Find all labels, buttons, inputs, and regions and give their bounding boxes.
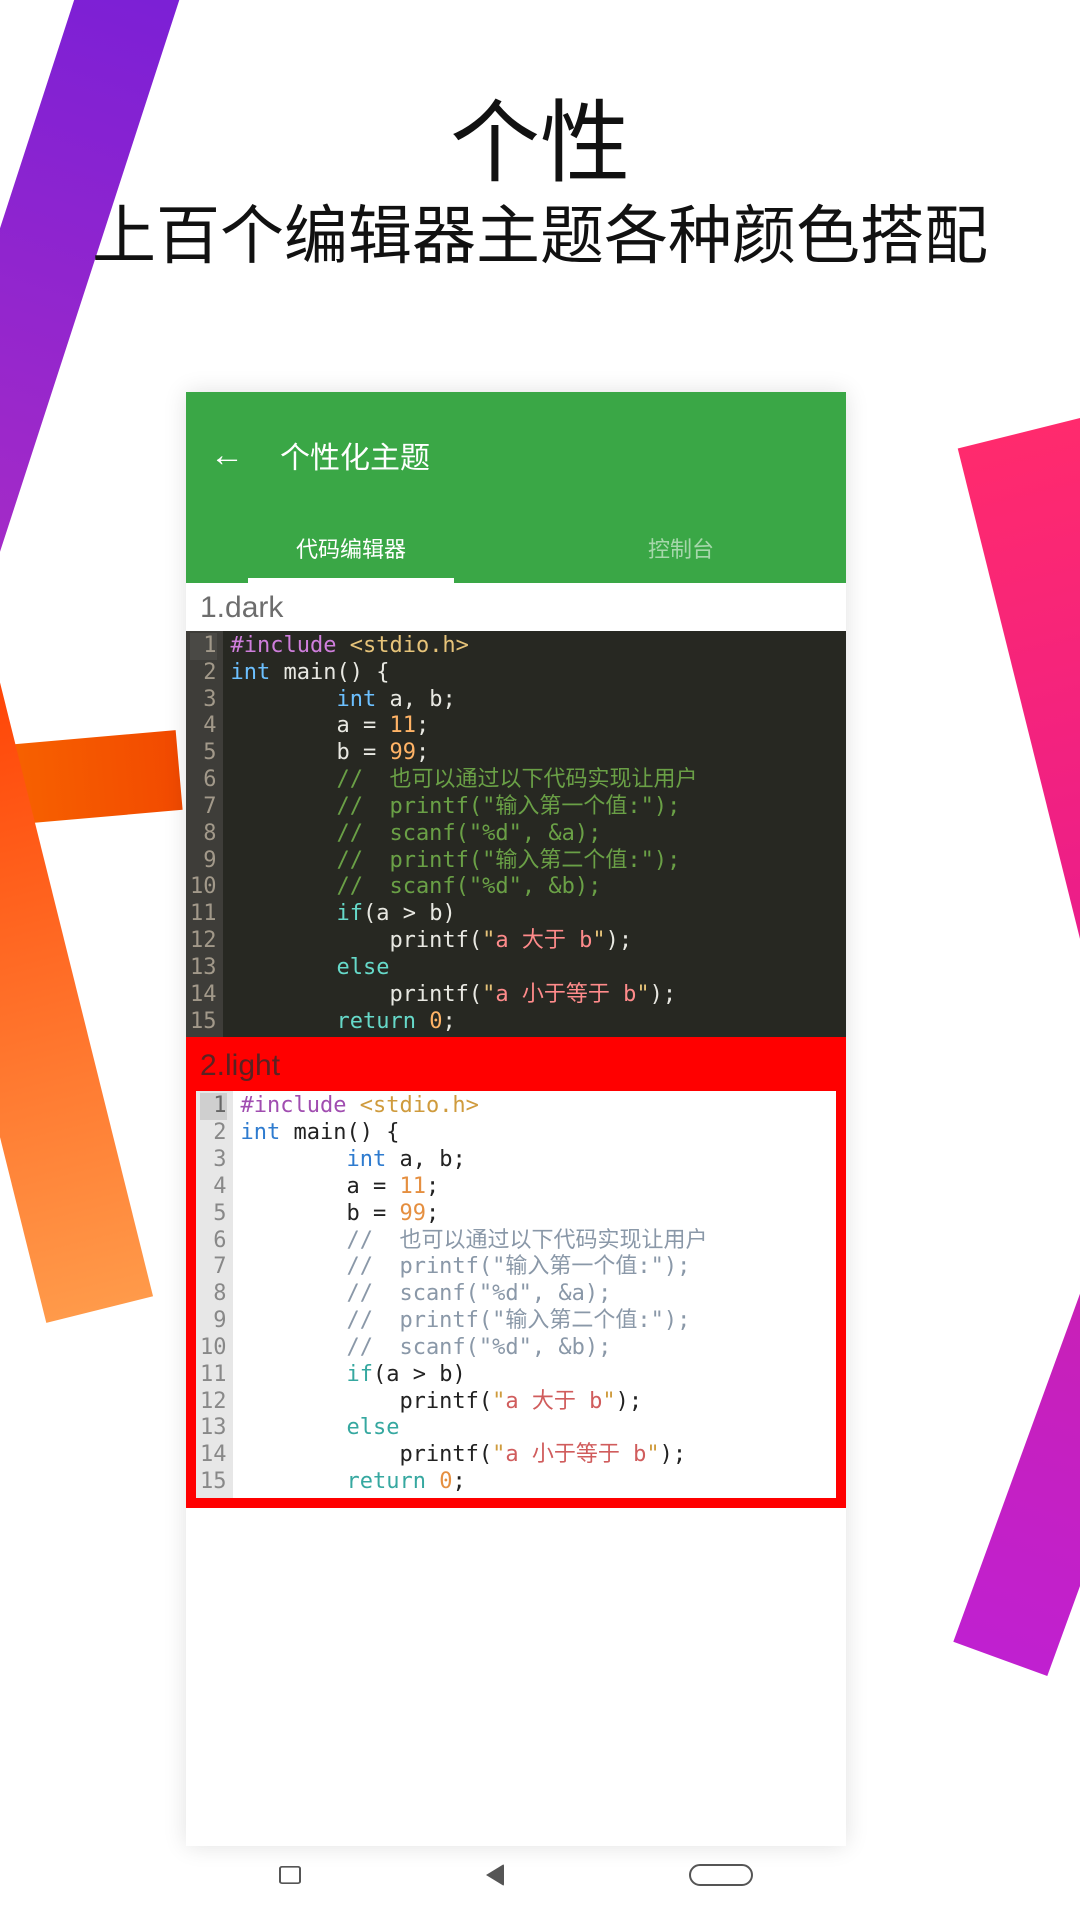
decorative-stripe [0,0,187,833]
code-line: #include <stdio.h> [231,633,847,660]
tabbar: 代码编辑器 控制台 [186,525,846,583]
code-line: // scanf("%d", &b); [241,1335,837,1362]
theme-label: 2.light [196,1047,836,1091]
home-icon[interactable] [689,1864,753,1886]
code-line: printf("a 小于等于 b"); [241,1442,837,1469]
code-line: int main() { [241,1120,837,1147]
back-icon[interactable] [486,1864,504,1886]
hero-subtitle: 上百个编辑器主题各种颜色搭配 [92,185,988,277]
code-line: int main() { [231,660,847,687]
code-line: #include <stdio.h> [241,1093,837,1120]
code-line: // printf("输入第二个值:"); [231,848,847,875]
code-lines: #include <stdio.h>int main() { int a, b;… [223,631,847,1037]
hero-title: 个性 [450,70,630,200]
code-line: // printf("输入第二个值:"); [241,1308,837,1335]
code-line: // printf("输入第一个值:"); [231,794,847,821]
recent-apps-icon[interactable] [279,1866,301,1884]
code-line: if(a > b) [231,901,847,928]
back-arrow-icon[interactable]: ← [210,438,244,472]
tab-console[interactable]: 控制台 [516,525,846,583]
decorative-stripe [958,415,1080,1206]
code-line: // scanf("%d", &a); [241,1281,837,1308]
code-line: printf("a 大于 b"); [231,928,847,955]
code-line: a = 11; [231,713,847,740]
app-toolbar: ← 个性化主题 [186,392,846,525]
code-line: int a, b; [241,1147,837,1174]
code-preview: 123456789101112131415#include <stdio.h>i… [186,631,846,1037]
line-numbers: 123456789101112131415 [186,631,223,1037]
theme-label: 1.dark [186,583,846,631]
android-navbar [186,1846,846,1904]
decorative-stripe [953,984,1080,1676]
code-line: return 0; [241,1469,837,1496]
code-line: return 0; [231,1009,847,1036]
theme-list: 1.dark123456789101112131415#include <std… [186,583,846,1846]
code-lines: #include <stdio.h>int main() { int a, b;… [233,1091,837,1497]
code-line: // 也可以通过以下代码实现让用户 [241,1228,837,1255]
code-line: // scanf("%d", &b); [231,874,847,901]
code-line: // printf("输入第一个值:"); [241,1254,837,1281]
code-line: printf("a 小于等于 b"); [231,982,847,1009]
code-line: // scanf("%d", &a); [231,821,847,848]
tab-code-editor[interactable]: 代码编辑器 [186,525,516,583]
code-line: int a, b; [231,687,847,714]
decorative-stripe [0,617,153,1323]
code-line: if(a > b) [241,1362,837,1389]
app-screenshot: ← 个性化主题 代码编辑器 控制台 1.dark1234567891011121… [186,392,846,1846]
theme-item[interactable]: 1.dark123456789101112131415#include <std… [186,583,846,1037]
code-line: printf("a 大于 b"); [241,1389,837,1416]
code-line: a = 11; [241,1174,837,1201]
line-numbers: 123456789101112131415 [196,1091,233,1497]
code-line: else [241,1415,837,1442]
page-title: 个性化主题 [280,433,430,477]
theme-item[interactable]: 2.light123456789101112131415#include <st… [186,1037,846,1507]
code-line: // 也可以通过以下代码实现让用户 [231,767,847,794]
code-line: else [231,955,847,982]
code-line: b = 99; [231,740,847,767]
code-line: b = 99; [241,1201,837,1228]
code-preview: 123456789101112131415#include <stdio.h>i… [196,1091,836,1497]
